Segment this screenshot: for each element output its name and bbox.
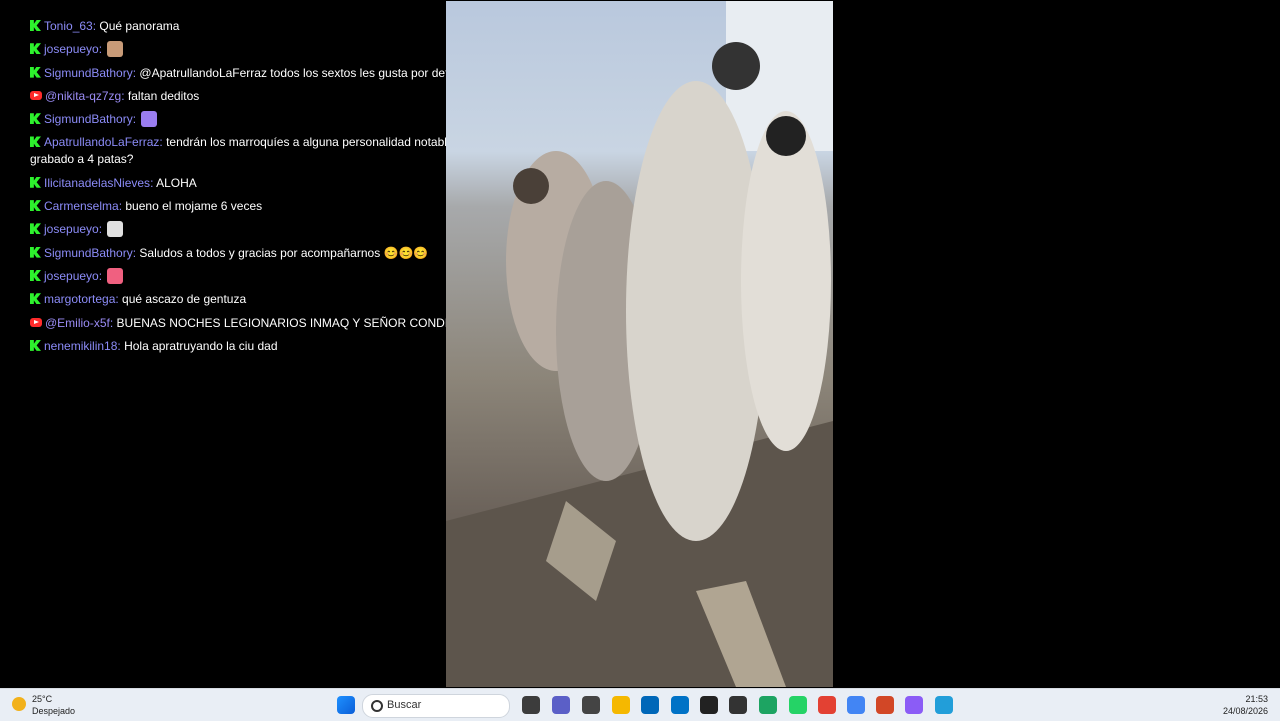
chat-text: BUENAS NOCHES LEGIONARIOS INMAQ Y SEÑOR …	[116, 315, 453, 330]
chat-text: faltan deditos	[127, 88, 200, 103]
app4-icon[interactable]	[905, 696, 923, 714]
chat-message: josepueyo:	[30, 41, 490, 58]
kick-badge-icon	[30, 223, 41, 235]
chat-username[interactable]: SigmundBathory	[44, 246, 133, 260]
chat-username[interactable]: SigmundBathory	[44, 66, 133, 80]
chat-message: Carmenselma: bueno el mojame 6 veces	[30, 198, 490, 215]
chat-username[interactable]: margotortega	[44, 292, 115, 306]
search-input[interactable]: Buscar	[362, 694, 510, 718]
file-explorer-icon[interactable]	[612, 696, 630, 714]
chat-message: josepueyo:	[30, 267, 490, 285]
chat-username[interactable]: @nikita-qz7zg	[45, 89, 121, 103]
chat-overlay: Tonio_63: Qué panorama josepueyo: Sigmund…	[30, 18, 490, 370]
chat-text: @ApatrullandoLaFerraz todos los sextos l…	[139, 65, 466, 80]
weather-temp: 25°C	[32, 694, 53, 704]
kick-badge-icon	[30, 176, 41, 188]
moon-icon	[12, 697, 26, 711]
start-icon[interactable]	[337, 696, 355, 714]
kick-badge-icon	[30, 339, 41, 351]
chrome2-icon[interactable]	[847, 696, 865, 714]
edge-icon[interactable]	[759, 696, 777, 714]
chat-text: Hola apratruyando la ciu dad	[124, 338, 278, 353]
youtube-badge-icon	[30, 90, 42, 100]
stream-background: Tonio_63: Qué panorama josepueyo: Sigmund…	[0, 0, 1280, 688]
chat-username[interactable]: SigmundBathory	[44, 112, 133, 126]
chat-username[interactable]: IlicitanadelasNieves	[44, 176, 150, 190]
chat-emote-icon	[107, 221, 124, 238]
chat-message: nenemikilin18: Hola apratruyando la ciu …	[30, 338, 490, 355]
chat-message: IlicitanadelasNieves: ALOHA	[30, 175, 490, 192]
kick-badge-icon	[30, 246, 41, 258]
video-scene-graphic	[446, 1, 833, 687]
taskbar: 25°C Despejado Buscar 21:53 24/08/2026	[0, 688, 1280, 721]
chat-emote-icon	[107, 41, 124, 58]
kick-badge-icon	[30, 269, 41, 281]
chat-message: @Emilio-x5f: BUENAS NOCHES LEGIONARIOS I…	[30, 315, 490, 332]
store-icon[interactable]	[641, 696, 659, 714]
telegram-icon[interactable]	[935, 696, 953, 714]
clock-time: 21:53	[1245, 694, 1268, 704]
clock-date: 24/08/2026	[1222, 706, 1268, 716]
youtube-badge-icon	[30, 317, 42, 327]
teams-icon[interactable]	[552, 696, 570, 714]
kick-badge-icon	[30, 43, 41, 55]
chat-username[interactable]: nenemikilin18	[44, 339, 117, 353]
kick-badge-icon	[30, 293, 41, 305]
chat-username[interactable]: josepueyo	[44, 222, 99, 236]
chat-message: josepueyo:	[30, 221, 490, 238]
chat-text: ALOHA	[156, 175, 197, 190]
chat-message: ApatrullandoLaFerraz: tendrán los marroq…	[30, 135, 454, 167]
kick-badge-icon	[30, 136, 41, 148]
chrome-icon[interactable]	[818, 696, 836, 714]
kick-badge-icon	[30, 113, 41, 125]
chat-username[interactable]: ApatrullandoLaFerraz	[44, 135, 159, 149]
chat-username[interactable]: Carmenselma	[44, 199, 119, 213]
chat-message: SigmundBathory: Saludos a todos y gracia…	[30, 245, 490, 262]
chat-emote-icon	[141, 111, 158, 128]
chat-message: @nikita-qz7zg: faltan deditos	[30, 88, 490, 105]
whatsapp-icon[interactable]	[789, 696, 807, 714]
chat-emote-icon	[107, 267, 124, 284]
kick-badge-icon	[30, 200, 41, 212]
video-frame	[446, 1, 833, 687]
kick-badge-icon	[30, 66, 41, 78]
chat-text: Qué panorama	[99, 19, 180, 33]
weather-desc: Despejado	[32, 706, 76, 716]
chat-username[interactable]: @Emilio-x5f	[45, 316, 110, 330]
system-clock[interactable]: 21:53 24/08/2026	[1223, 693, 1268, 717]
chat-text: bueno el mojame 6 veces	[125, 199, 263, 214]
chat-username[interactable]: Tonio_63	[44, 19, 93, 33]
chat-text: qué ascazo de gentuza	[122, 292, 247, 307]
app2-icon[interactable]	[700, 696, 718, 714]
kick-badge-icon	[30, 20, 41, 31]
app-icon[interactable]	[582, 696, 600, 714]
search-placeholder: Buscar	[387, 699, 422, 711]
app3-icon[interactable]	[729, 696, 747, 714]
task-view-icon[interactable]	[522, 696, 540, 714]
chat-message: SigmundBathory:	[30, 111, 490, 128]
chat-username[interactable]: josepueyo	[44, 42, 99, 56]
chat-message: margotortega: qué ascazo de gentuza	[30, 291, 490, 308]
powerpoint-icon[interactable]	[876, 696, 894, 714]
weather-widget[interactable]: 25°C Despejado	[12, 693, 75, 717]
chat-username[interactable]: josepueyo	[44, 269, 99, 283]
chat-message: Tonio_63: Qué panorama	[30, 18, 490, 35]
outlook-icon[interactable]	[671, 696, 689, 714]
chat-message: SigmundBathory: @ApatrullandoLaFerraz to…	[30, 65, 490, 82]
search-icon	[371, 700, 383, 712]
chat-text: Saludos a todos y gracias por acompañarn…	[139, 245, 429, 260]
